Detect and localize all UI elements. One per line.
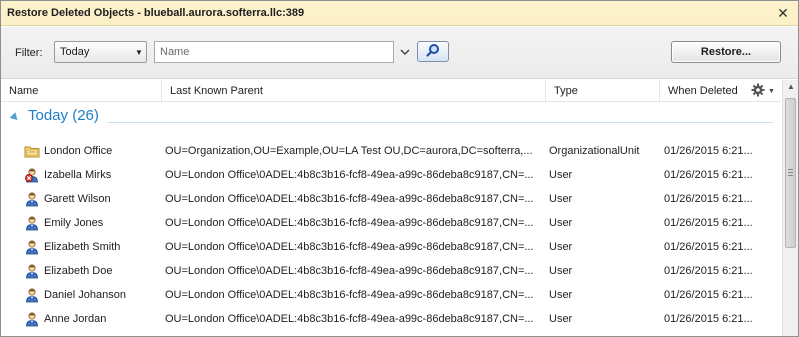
column-header-when-deleted[interactable]: When Deleted bbox=[659, 80, 751, 102]
cell-parent: OU=London Office\0ADEL:4b8c3b16-fcf8-49e… bbox=[165, 289, 534, 301]
cell-parent: OU=Organization,OU=Example,OU=LA Test OU… bbox=[165, 145, 533, 157]
cell-parent: OU=London Office\0ADEL:4b8c3b16-fcf8-49e… bbox=[165, 169, 534, 181]
user-icon bbox=[24, 215, 40, 231]
cell-type: User bbox=[549, 289, 573, 301]
grid-header: Name Last Known Parent Type When Deleted bbox=[1, 80, 781, 102]
cell-name: Daniel Johanson bbox=[44, 289, 126, 301]
cell-when-deleted: 01/26/2015 6:21... bbox=[664, 217, 753, 229]
table-row[interactable]: Elizabeth Doe OU=London Office\0ADEL:4b8… bbox=[1, 259, 781, 283]
cell-parent: OU=London Office\0ADEL:4b8c3b16-fcf8-49e… bbox=[165, 217, 534, 229]
cell-when-deleted: 01/26/2015 6:21... bbox=[664, 169, 753, 181]
chevron-down-icon: ▼ bbox=[768, 87, 775, 95]
cell-type: OrganizationalUnit bbox=[549, 145, 640, 157]
cell-type: User bbox=[549, 313, 573, 325]
cell-type: User bbox=[549, 193, 573, 205]
cell-name: Elizabeth Smith bbox=[44, 241, 121, 253]
close-icon[interactable]: ✕ bbox=[772, 2, 794, 24]
table-row[interactable]: Izabella Mirks OU=London Office\0ADEL:4b… bbox=[1, 163, 781, 187]
grip-icon bbox=[788, 169, 793, 177]
user-icon bbox=[24, 239, 40, 255]
cell-parent: OU=London Office\0ADEL:4b8c3b16-fcf8-49e… bbox=[165, 313, 534, 325]
table-row[interactable]: Elizabeth Smith OU=London Office\0ADEL:4… bbox=[1, 235, 781, 259]
scroll-up-icon[interactable]: ▲ bbox=[783, 82, 799, 96]
cell-type: User bbox=[549, 265, 573, 277]
filter-toolbar: Filter: Today ▼ Restore... bbox=[1, 27, 798, 79]
cell-parent: OU=London Office\0ADEL:4b8c3b16-fcf8-49e… bbox=[165, 193, 534, 205]
rows-container: London Office OU=Organization,OU=Example… bbox=[1, 139, 781, 331]
column-header-parent[interactable]: Last Known Parent bbox=[161, 80, 545, 102]
gear-icon bbox=[751, 83, 765, 100]
cell-when-deleted: 01/26/2015 6:21... bbox=[664, 265, 753, 277]
user-icon bbox=[24, 191, 40, 207]
column-header-name[interactable]: Name bbox=[1, 80, 161, 102]
group-label: Today (26) bbox=[28, 107, 99, 124]
column-header-type[interactable]: Type bbox=[545, 80, 659, 102]
window-title: Restore Deleted Objects - blueball.auror… bbox=[7, 7, 305, 19]
filter-dropdown-value: Today bbox=[60, 46, 90, 58]
cell-name: Izabella Mirks bbox=[44, 169, 112, 181]
cell-name: Anne Jordan bbox=[44, 313, 107, 325]
table-row[interactable]: London Office OU=Organization,OU=Example… bbox=[1, 139, 781, 163]
user-icon bbox=[24, 287, 40, 303]
user-icon bbox=[24, 311, 40, 327]
restore-deleted-objects-window: Restore Deleted Objects - blueball.auror… bbox=[0, 0, 799, 337]
folder-icon bbox=[24, 143, 40, 159]
cell-name: Emily Jones bbox=[44, 217, 104, 229]
chevron-down-icon[interactable] bbox=[398, 41, 412, 63]
cell-when-deleted: 01/26/2015 6:21... bbox=[664, 313, 753, 325]
cell-when-deleted: 01/26/2015 6:21... bbox=[664, 289, 753, 301]
table-row[interactable]: Anne Jordan OU=London Office\0ADEL:4b8c3… bbox=[1, 307, 781, 331]
dropdown-arrow-icon: ▼ bbox=[135, 47, 143, 57]
table-row[interactable]: Daniel Johanson OU=London Office\0ADEL:4… bbox=[1, 283, 781, 307]
column-settings-button[interactable]: ▼ bbox=[751, 83, 777, 100]
deleted-objects-grid: Name Last Known Parent Type When Deleted bbox=[1, 80, 781, 336]
name-search-input[interactable] bbox=[154, 41, 394, 63]
cell-type: User bbox=[549, 217, 573, 229]
restore-button[interactable]: Restore... bbox=[671, 41, 781, 63]
cell-when-deleted: 01/26/2015 6:21... bbox=[664, 241, 753, 253]
table-row[interactable]: Emily Jones OU=London Office\0ADEL:4b8c3… bbox=[1, 211, 781, 235]
cell-type: User bbox=[549, 241, 573, 253]
user-icon bbox=[24, 263, 40, 279]
scrollbar-thumb[interactable] bbox=[785, 98, 796, 248]
search-icon bbox=[426, 43, 440, 60]
user-disabled-icon bbox=[24, 167, 40, 183]
filter-dropdown[interactable]: Today ▼ bbox=[54, 41, 147, 63]
filter-label: Filter: bbox=[15, 47, 43, 59]
group-header-today[interactable]: Today (26) bbox=[1, 103, 781, 131]
group-divider bbox=[108, 122, 773, 123]
table-row[interactable]: Garett Wilson OU=London Office\0ADEL:4b8… bbox=[1, 187, 781, 211]
expand-triangle-icon[interactable] bbox=[9, 112, 21, 123]
title-bar: Restore Deleted Objects - blueball.auror… bbox=[1, 1, 798, 26]
cell-name: London Office bbox=[44, 145, 113, 157]
cell-parent: OU=London Office\0ADEL:4b8c3b16-fcf8-49e… bbox=[165, 265, 534, 277]
search-button[interactable] bbox=[417, 41, 449, 62]
cell-type: User bbox=[549, 169, 573, 181]
cell-parent: OU=London Office\0ADEL:4b8c3b16-fcf8-49e… bbox=[165, 241, 534, 253]
cell-when-deleted: 01/26/2015 6:21... bbox=[664, 193, 753, 205]
cell-name: Elizabeth Doe bbox=[44, 265, 113, 277]
cell-name: Garett Wilson bbox=[44, 193, 111, 205]
cell-when-deleted: 01/26/2015 6:21... bbox=[664, 145, 753, 157]
vertical-scrollbar[interactable]: ▲ bbox=[782, 80, 798, 336]
